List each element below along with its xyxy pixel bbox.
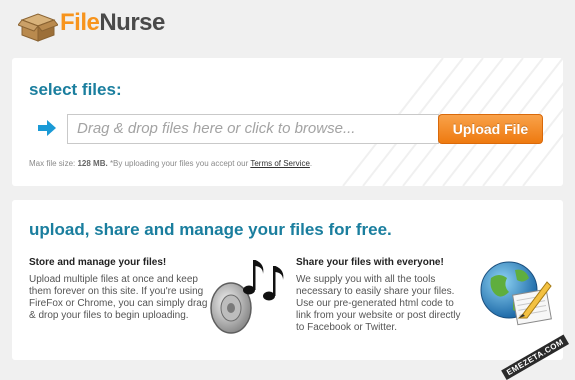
info-title: upload, share and manage your files for … — [29, 220, 392, 239]
store-heading: Store and manage your files! — [29, 257, 167, 268]
brand-name[interactable]: FileNurse — [60, 9, 165, 37]
header: FileNurse — [0, 0, 575, 52]
select-files-panel: select files: Drag & drop files here or … — [12, 58, 563, 186]
globe-pencil-icon — [480, 261, 552, 326]
file-size-hint: Max file size: 128 MB. *By uploading you… — [29, 159, 312, 168]
select-files-title: select files: — [29, 80, 122, 99]
brand-part-2: Nurse — [99, 9, 165, 36]
share-heading: Share your files with everyone! — [296, 257, 444, 268]
info-panel: upload, share and manage your files for … — [12, 200, 563, 360]
share-description: We supply you with all the tools necessa… — [296, 274, 461, 333]
arrow-right-icon — [38, 120, 56, 136]
hint-suffix: . — [309, 159, 313, 168]
hint-middle: *By uploading your files you accept our — [109, 159, 249, 168]
box-logo-icon — [18, 13, 58, 42]
file-drop-input[interactable]: Drag & drop files here or click to brows… — [67, 114, 439, 144]
speaker-music-icon — [210, 260, 284, 334]
upload-file-button[interactable]: Upload File — [438, 114, 543, 144]
hint-prefix: Max file size: — [29, 159, 76, 168]
max-file-size: 128 MB. — [77, 159, 108, 168]
terms-of-service-link[interactable]: Terms of Service — [250, 159, 310, 168]
store-description: Upload multiple files at once and keep t… — [29, 274, 208, 321]
brand-part-1: File — [60, 9, 100, 36]
